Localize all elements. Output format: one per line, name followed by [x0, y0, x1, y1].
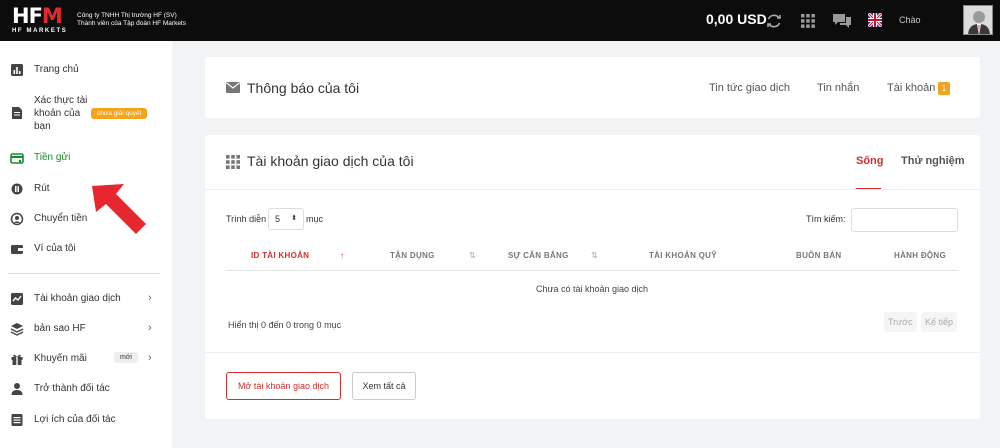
link-account[interactable]: Tài khoản: [887, 82, 935, 94]
trading-accounts-title: Tài khoản giao dịch của tôi: [247, 153, 414, 169]
column-header-equity: TÀI KHOẢN QUỸ: [649, 251, 717, 260]
sidebar-item-label: Tài khoản giao dịch: [34, 293, 121, 304]
user-avatar[interactable]: [963, 5, 993, 35]
table-header-divider: [226, 270, 958, 271]
page-size-select[interactable]: 5 ⬍: [268, 208, 304, 230]
previous-page-button[interactable]: Trước: [884, 312, 917, 332]
grid-icon: [226, 155, 240, 169]
card-footer-divider: [205, 352, 980, 353]
open-trading-account-button[interactable]: Mở tài khoản giao dịch: [226, 372, 341, 400]
sidebar-item-deposit[interactable]: Tiền gửi: [10, 151, 70, 165]
chart-icon: [11, 293, 23, 305]
document-icon: [12, 107, 22, 119]
logo-text-a: HF: [12, 4, 43, 28]
entries-label: mục: [306, 214, 324, 224]
card-divider: [205, 189, 980, 190]
chevron-right-icon[interactable]: ›: [148, 352, 152, 364]
sidebar-item-label: Lợi ích của đối tác: [34, 414, 116, 425]
person-icon: [11, 383, 23, 395]
empty-table-message: Chưa có tài khoản giao dịch: [535, 284, 649, 294]
sidebar-item-label: bản sao HF: [34, 323, 86, 334]
sidebar-item-label: Trang chủ: [34, 64, 79, 75]
sort-icon[interactable]: ⇅: [469, 251, 476, 260]
top-bar: HFM HF MARKETS Công ty TNHH Thị trường H…: [0, 0, 1000, 41]
show-entries-label: Trình diễn: [226, 214, 267, 224]
sidebar-item-label: Xác thực tài khoản của bạn: [34, 95, 88, 132]
column-header-leverage[interactable]: TẬN DỤNG: [390, 251, 435, 260]
sidebar-item-transfer[interactable]: Chuyển tiền: [10, 212, 87, 226]
sidebar-item-trading-accounts[interactable]: Tài khoản giao dịch: [10, 292, 121, 306]
uk-flag-icon[interactable]: [868, 13, 882, 27]
sidebar-item-label: Chuyển tiền: [34, 213, 88, 224]
sidebar-item-home[interactable]: Trang chủ: [10, 63, 79, 77]
pending-badge: chưa giải quyết: [91, 108, 148, 119]
withdraw-icon: [11, 183, 23, 195]
sidebar-item-label: Ví của tôi: [34, 243, 76, 254]
tab-demo[interactable]: Thử nghiệm: [901, 155, 965, 167]
hfm-logo[interactable]: HFM HF MARKETS: [12, 5, 67, 35]
sidebar-item-label: Rút: [34, 183, 50, 194]
chat-icon[interactable]: [832, 12, 852, 30]
table-info: Hiển thị 0 đến 0 trong 0 mục: [228, 320, 342, 330]
list-icon: [11, 414, 23, 426]
company-info: Công ty TNHH Thị trường HF (SV) Thành vi…: [77, 12, 186, 28]
page-size-value: 5: [275, 214, 281, 224]
column-header-balance[interactable]: SỰ CÂN BẰNG: [508, 251, 569, 260]
column-header-action: HÀNH ĐỘNG: [894, 251, 947, 260]
pointer-arrow-icon: [92, 184, 146, 234]
sidebar-item-label: Khuyến mãi: [34, 353, 87, 364]
link-trading-news[interactable]: Tin tức giao dịch: [709, 82, 790, 94]
account-count-badge: 1: [938, 82, 950, 95]
view-all-button[interactable]: Xem tất cả: [352, 372, 416, 400]
chevron-right-icon[interactable]: ›: [148, 322, 152, 334]
new-badge: mới: [114, 352, 138, 363]
sort-updown-icon: ⬍: [291, 215, 297, 222]
column-header-trade: BUÔN BÁN: [796, 251, 842, 260]
sidebar-item-become-partner[interactable]: Trở thành đối tác: [10, 382, 110, 396]
sidebar-item-label: Trở thành đối tác: [34, 383, 110, 394]
sidebar-item-wallet[interactable]: Ví của tôi: [10, 242, 76, 256]
gift-icon: [11, 354, 23, 365]
notifications-title: Thông báo của tôi: [247, 80, 360, 96]
company-line2: Thành viên của Tập đoàn HF Markets: [77, 20, 186, 27]
search-label: Tìm kiếm:: [806, 214, 846, 224]
sidebar-item-promotions[interactable]: Khuyến mãi: [10, 352, 87, 366]
sidebar-item-verify[interactable]: Xác thực tài khoản của bạn: [10, 94, 87, 133]
chevron-right-icon[interactable]: ›: [148, 292, 152, 304]
greeting-text: Chào: [899, 15, 921, 25]
sidebar-item-hf-copy[interactable]: bản sao HF: [10, 322, 86, 336]
company-line1: Công ty TNHH Thị trường HF (SV): [77, 12, 177, 19]
avatar-person-icon: [968, 11, 990, 34]
sidebar-item-partner-benefits[interactable]: Lợi ích của đối tác: [10, 413, 116, 427]
tab-live[interactable]: Sống: [856, 155, 884, 167]
envelope-icon: [226, 82, 240, 93]
dashboard-icon: [11, 64, 23, 76]
wallet-icon: [11, 245, 23, 254]
sidebar-item-withdraw[interactable]: Rút: [10, 182, 50, 196]
link-messages[interactable]: Tin nhắn: [817, 82, 859, 94]
column-header-account-id[interactable]: ID TÀI KHOẢN: [251, 251, 309, 260]
sort-asc-icon[interactable]: ↑: [340, 251, 344, 260]
sidebar-divider: [8, 273, 160, 274]
apps-grid-icon[interactable]: [799, 12, 817, 30]
logo-text-b: M: [41, 4, 63, 28]
balance-display: 0,00 USD: [706, 11, 767, 27]
logo-subtitle: HF MARKETS: [12, 28, 68, 34]
search-input[interactable]: [851, 208, 958, 232]
deposit-icon: [10, 153, 24, 164]
sidebar-item-label: Tiền gửi: [34, 152, 71, 163]
transfer-icon: [10, 212, 24, 226]
next-page-button[interactable]: Kế tiếp: [921, 312, 958, 332]
refresh-icon[interactable]: [765, 12, 783, 30]
sort-icon[interactable]: ⇅: [591, 251, 598, 260]
layers-icon: [10, 323, 24, 336]
